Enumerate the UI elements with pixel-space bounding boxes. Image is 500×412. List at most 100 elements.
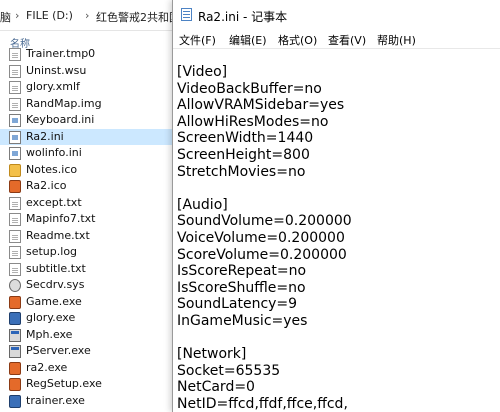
menu-file[interactable]: 文件(F) — [179, 32, 216, 48]
file-list-item[interactable]: Keyboard.ini — [0, 112, 172, 129]
file-name: except.txt — [26, 195, 82, 209]
gear-icon — [9, 279, 21, 292]
file-name: Ra2.ico — [26, 179, 67, 192]
file-name: PServer.exe — [26, 344, 91, 357]
menu-help[interactable]: 帮助(H) — [377, 32, 416, 48]
file-name: Keyboard.ini — [26, 113, 95, 126]
file-list-item[interactable]: Notes.ico — [0, 162, 172, 179]
breadcrumb-separator-icon: › — [15, 9, 20, 22]
document-icon — [9, 48, 21, 61]
file-list-item[interactable]: trainer.exe — [0, 393, 172, 410]
text-line: AllowHiResModes=no — [177, 113, 329, 130]
file-name: subtitle.txt — [26, 261, 86, 275]
file-list-item[interactable]: wolinfo.ini — [0, 145, 172, 162]
file-name: RegSetup.exe — [26, 377, 102, 390]
image-icon — [9, 163, 21, 177]
text-line — [177, 180, 497, 197]
file-list-item[interactable]: Ra2.ico — [0, 178, 172, 195]
file-list-item[interactable]: Trainer.tmp0 — [0, 46, 172, 63]
file-name: Ra2.ini — [26, 129, 64, 143]
text-line: VideoBackBuffer=no — [177, 80, 322, 97]
file-name: trainer.exe — [26, 393, 85, 407]
notepad-window: Ra2.ini - 记事本 文件(F) 编辑(E) 格式(O) 查看(V) 帮助… — [172, 0, 500, 412]
menu-format[interactable]: 格式(O) — [278, 32, 317, 48]
file-list-item[interactable]: setup.log — [0, 244, 172, 261]
breadcrumb-item-drive[interactable]: FILE (D:) — [26, 9, 73, 22]
window-icon — [9, 328, 21, 342]
file-name: Mapinfo7.txt — [26, 212, 96, 225]
text-line: Socket=65535 — [177, 362, 281, 379]
file-name: glory.xmlf — [26, 80, 80, 93]
app-icon — [9, 180, 21, 193]
file-list-item[interactable]: Mph.exe — [0, 327, 172, 344]
file-name: RandMap.img — [26, 96, 102, 110]
document-icon — [9, 246, 21, 259]
file-list-item[interactable]: Readme.txt — [0, 228, 172, 245]
file-list-item[interactable]: subtitle.txt — [0, 261, 172, 278]
file-name: Secdrv.sys — [26, 278, 85, 291]
ini-file-icon — [9, 130, 21, 144]
file-name: wolinfo.ini — [26, 146, 82, 159]
document-icon — [9, 81, 21, 94]
document-icon — [9, 64, 21, 78]
file-list-item[interactable]: Uninst.wsu — [0, 63, 172, 80]
file-name: Trainer.tmp0 — [26, 47, 96, 60]
file-list-item[interactable]: Secdrv.sys — [0, 277, 172, 294]
file-name: Mph.exe — [26, 327, 73, 341]
file-name: Readme.txt — [26, 228, 90, 242]
file-list-item[interactable]: PServer.exe — [0, 343, 172, 360]
file-list-item[interactable]: glory.exe — [0, 310, 172, 327]
file-list-item[interactable]: RegSetup.exe — [0, 376, 172, 393]
document-icon — [9, 213, 21, 226]
file-name: Notes.ico — [26, 162, 78, 176]
text-line: [Audio] — [177, 196, 228, 213]
file-name: Game.exe — [26, 294, 82, 308]
menu-edit[interactable]: 编辑(E) — [229, 32, 267, 48]
title-bar[interactable]: Ra2.ini - 记事本 — [173, 0, 500, 29]
file-list-item[interactable]: Game.exe — [0, 294, 172, 311]
breadcrumb-item-computer[interactable]: 脑 — [0, 9, 11, 25]
file-list: Trainer.tmp0 Uninst.wsu glory.xmlf RandMap.… — [0, 46, 172, 409]
file-name: glory.exe — [26, 311, 76, 324]
app-icon — [9, 378, 21, 391]
ini-file-icon — [9, 114, 21, 127]
file-list-item[interactable]: ra2.exe — [0, 360, 172, 377]
text-line: IsScoreShuffle=no — [177, 279, 306, 296]
text-line: StretchMovies=no — [177, 163, 306, 180]
menu-bar: 文件(F) 编辑(E) 格式(O) 查看(V) 帮助(H) — [173, 29, 500, 49]
file-list-item[interactable]: Ra2.ini — [0, 128, 172, 145]
breadcrumb-separator-icon: › — [85, 9, 90, 22]
file-name: ra2.exe — [26, 360, 68, 374]
text-editor-area[interactable]: [Video] VideoBackBuffer=no AllowVRAMSideba… — [177, 64, 497, 412]
text-line: NetCard=0 — [177, 379, 255, 396]
text-line: SoundVolume=0.200000 — [177, 213, 352, 230]
window-icon — [9, 345, 21, 358]
document-icon — [9, 229, 21, 243]
text-line: ScreenHeight=800 — [177, 146, 310, 163]
window-title: Ra2.ini - 记事本 — [198, 10, 288, 24]
file-list-item[interactable]: RandMap.img — [0, 96, 172, 113]
text-line: InGameMusic=yes — [177, 312, 308, 329]
menu-view[interactable]: 查看(V) — [328, 32, 366, 48]
file-name: setup.log — [26, 245, 78, 258]
file-list-item[interactable]: glory.xmlf — [0, 79, 172, 96]
text-line: ScreenWidth=1440 — [177, 130, 314, 147]
file-list-item[interactable]: except.txt — [0, 195, 172, 212]
document-icon — [9, 97, 21, 111]
text-line: IsScoreRepeat=no — [177, 263, 307, 280]
text-line: SoundLatency=9 — [177, 296, 298, 313]
app-icon — [9, 312, 21, 325]
app-icon — [9, 361, 21, 375]
text-line: NetID=ffcd,ffdf,ffce,ffcd, — [177, 395, 348, 412]
notepad-icon — [181, 8, 192, 21]
file-name: Uninst.wsu — [26, 63, 87, 77]
text-line: [Video] — [177, 64, 228, 80]
app-icon — [9, 394, 21, 408]
text-line: ScoreVolume=0.200000 — [177, 246, 347, 263]
text-line: [Network] — [177, 346, 247, 363]
ini-file-icon — [9, 147, 21, 160]
document-icon — [9, 262, 21, 276]
file-list-item[interactable]: Mapinfo7.txt — [0, 211, 172, 228]
document-icon — [9, 196, 21, 210]
text-line: AllowVRAMSidebar=yes — [177, 97, 345, 114]
